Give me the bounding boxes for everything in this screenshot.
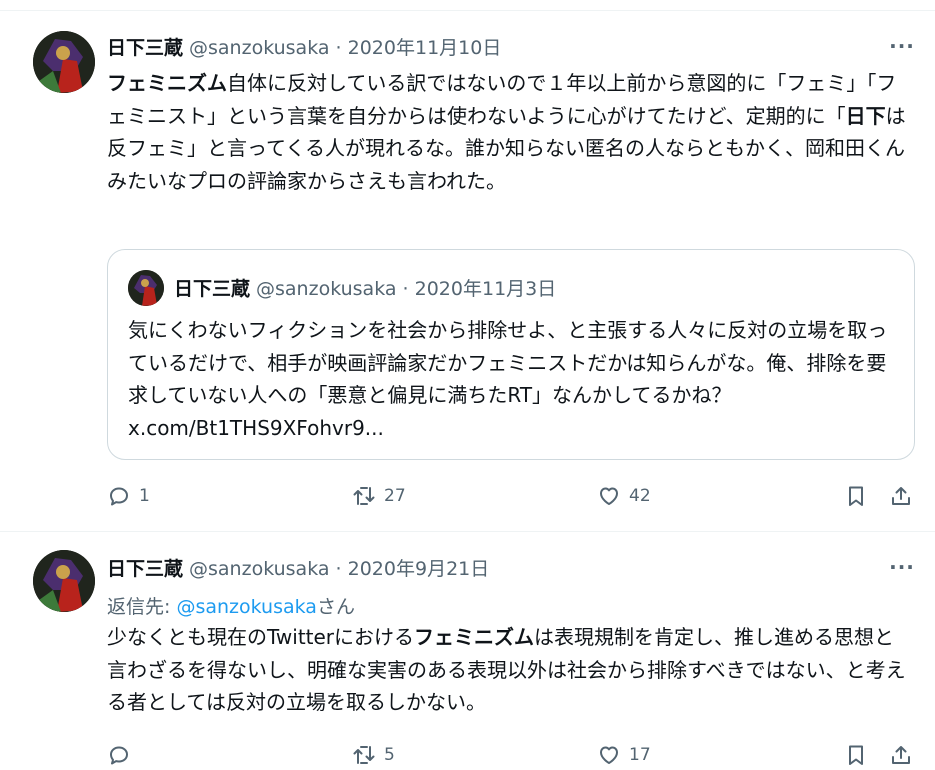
more-icon[interactable]: ··· [885,33,919,63]
bold-word: フェミニズム [414,625,535,649]
reply-button[interactable]: 1 [107,481,150,511]
retweet-icon [353,746,375,764]
quote-author-name: 日下三蔵 [174,277,251,300]
reply-to-prefix: 返信先: [107,596,177,618]
share-icon [892,487,910,505]
like-icon [600,746,618,764]
share-icon [892,746,910,764]
share-button[interactable] [889,481,913,511]
bookmark-icon [849,486,863,506]
avatar[interactable] [33,31,95,93]
reply-icon [110,746,128,765]
text-segment: 少なくとも現在のTwitterにおける [107,625,415,649]
author-handle[interactable]: @sanzokusaka · 2020年11月10日 [189,33,501,60]
reply-count: 1 [139,486,150,506]
tweet-text: 少なくとも現在のTwitterにおけるフェミニズムは表現規制を肯定し、推し進める… [107,621,907,719]
reply-to-suffix: さん [316,596,355,618]
more-icon[interactable]: ··· [885,554,919,584]
reply-to-mention[interactable]: @sanzokusaka [176,596,317,618]
action-bar: 5 17 [107,740,917,770]
retweet-count: 5 [384,745,395,765]
quote-text: 気にくわないフィクションを社会から排除せよ、と主張する人々に反対の立場を取ってい… [128,318,888,440]
bookmark-button[interactable] [844,740,868,770]
retweet-button[interactable]: 5 [352,740,395,770]
bold-word: 日下 [845,103,886,128]
quote-author-handle: @sanzokusaka · 2020年11月3日 [256,277,557,300]
bookmark-button[interactable] [844,481,868,511]
author-handle[interactable]: @sanzokusaka · 2020年9月21日 [189,554,489,581]
bookmark-icon [849,745,863,765]
retweet-button[interactable]: 27 [352,481,406,511]
bold-word: フェミニズム [107,71,227,95]
reply-button[interactable] [107,740,139,770]
reply-to: 返信先: @sanzokusakaさん [107,592,355,620]
avatar[interactable] [33,550,95,612]
reply-icon [110,487,128,506]
like-count: 17 [629,745,651,765]
retweet-count: 27 [384,486,406,506]
share-button[interactable] [889,740,913,770]
tweet[interactable]: 日下三蔵 @sanzokusaka · 2020年11月10日 ··· フェミニ… [0,0,935,531]
like-button[interactable]: 42 [597,481,651,511]
action-bar: 1 27 42 [107,481,917,511]
tweet-text: フェミニズム自体に反対している訳ではないので１年以上前から意図的に「フェミ」「フ… [107,67,907,197]
tweet[interactable]: 日下三蔵 @sanzokusaka · 2020年9月21日 ··· 返信先: … [0,532,935,765]
like-icon [600,487,618,505]
quote-avatar [128,270,164,306]
like-button[interactable]: 17 [597,740,651,770]
like-count: 42 [629,486,651,506]
quoted-tweet[interactable]: 日下三蔵 @sanzokusaka · 2020年11月3日 気にくわないフィク… [107,249,915,460]
author-name[interactable]: 日下三蔵 [107,554,183,581]
retweet-icon [353,487,375,505]
author-name[interactable]: 日下三蔵 [107,33,183,60]
